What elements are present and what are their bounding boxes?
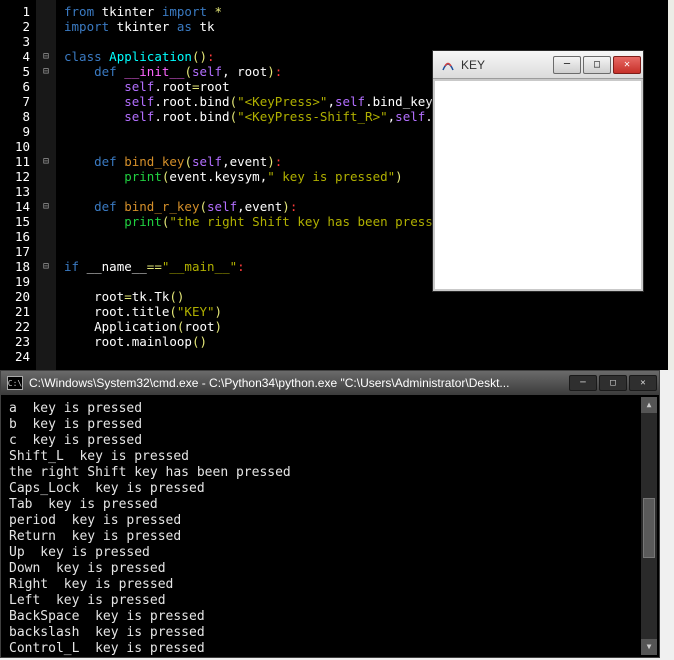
fold-marker[interactable] [36, 334, 56, 349]
fold-marker[interactable] [36, 214, 56, 229]
line-number: 22 [0, 319, 30, 334]
line-number: 4 [0, 49, 30, 64]
fold-marker[interactable]: ⊟ [36, 49, 56, 64]
fold-marker[interactable] [36, 304, 56, 319]
code-line[interactable]: from tkinter import * [64, 4, 516, 19]
line-number: 19 [0, 274, 30, 289]
code-line[interactable] [64, 34, 516, 49]
minimize-button[interactable]: ─ [569, 375, 597, 391]
line-number: 21 [0, 304, 30, 319]
line-number: 18 [0, 259, 30, 274]
line-number-gutter: 123456789101112131415161718192021222324 [0, 0, 36, 370]
line-number: 1 [0, 4, 30, 19]
tkinter-icon [441, 58, 455, 72]
code-line[interactable]: root.mainloop() [64, 334, 516, 349]
line-number: 2 [0, 19, 30, 34]
right-margin-strip [668, 0, 674, 370]
fold-marker[interactable] [36, 124, 56, 139]
terminal-line: Right key is pressed [9, 577, 651, 593]
fold-marker[interactable] [36, 229, 56, 244]
fold-marker[interactable] [36, 139, 56, 154]
cmd-icon: C:\ [7, 376, 23, 390]
terminal-line: backslash key is pressed [9, 625, 651, 641]
maximize-button[interactable]: □ [599, 375, 627, 391]
line-number: 20 [0, 289, 30, 304]
line-number: 3 [0, 34, 30, 49]
terminal-window[interactable]: C:\ C:\Windows\System32\cmd.exe - C:\Pyt… [0, 370, 660, 658]
terminal-line: Up key is pressed [9, 545, 651, 561]
terminal-line: Shift_L key is pressed [9, 449, 651, 465]
terminal-line: Control_L key is pressed [9, 641, 651, 657]
line-number: 24 [0, 349, 30, 364]
line-number: 12 [0, 169, 30, 184]
line-number: 6 [0, 79, 30, 94]
fold-marker[interactable] [36, 109, 56, 124]
terminal-line: b key is pressed [9, 417, 651, 433]
popup-titlebar[interactable]: KEY ─ □ ✕ [433, 51, 643, 79]
fold-marker[interactable]: ⊟ [36, 259, 56, 274]
fold-marker[interactable]: ⊟ [36, 154, 56, 169]
scrollbar-down-button[interactable]: ▼ [641, 639, 657, 655]
code-line[interactable]: root.title("KEY") [64, 304, 516, 319]
fold-column[interactable]: ⊟⊟⊟⊟⊟ [36, 0, 56, 370]
terminal-line: Return key is pressed [9, 529, 651, 545]
fold-marker[interactable]: ⊟ [36, 199, 56, 214]
terminal-line: a key is pressed [9, 401, 651, 417]
code-line[interactable] [64, 349, 516, 364]
close-button[interactable]: ✕ [613, 56, 641, 74]
close-button[interactable]: ✕ [629, 375, 657, 391]
fold-marker[interactable] [36, 4, 56, 19]
line-number: 14 [0, 199, 30, 214]
fold-marker[interactable] [36, 184, 56, 199]
code-line[interactable]: Application(root) [64, 319, 516, 334]
fold-marker[interactable] [36, 319, 56, 334]
line-number: 7 [0, 94, 30, 109]
line-number: 10 [0, 139, 30, 154]
terminal-titlebar[interactable]: C:\ C:\Windows\System32\cmd.exe - C:\Pyt… [1, 371, 659, 395]
line-number: 17 [0, 244, 30, 259]
fold-marker[interactable] [36, 19, 56, 34]
fold-marker[interactable] [36, 274, 56, 289]
scrollbar-thumb[interactable] [643, 498, 655, 558]
fold-marker[interactable] [36, 349, 56, 364]
line-number: 9 [0, 124, 30, 139]
code-line[interactable]: import tkinter as tk [64, 19, 516, 34]
popup-title: KEY [461, 58, 551, 72]
line-number: 16 [0, 229, 30, 244]
terminal-line: Left key is pressed [9, 593, 651, 609]
popup-client-area[interactable] [433, 79, 643, 291]
line-number: 5 [0, 64, 30, 79]
terminal-line: Caps_Lock key is pressed [9, 481, 651, 497]
terminal-body[interactable]: a key is pressedb key is pressedc key is… [1, 395, 659, 657]
maximize-button[interactable]: □ [583, 56, 611, 74]
fold-marker[interactable] [36, 34, 56, 49]
line-number: 15 [0, 214, 30, 229]
fold-marker[interactable] [36, 244, 56, 259]
line-number: 11 [0, 154, 30, 169]
terminal-line: Down key is pressed [9, 561, 651, 577]
terminal-line: period key is pressed [9, 513, 651, 529]
tkinter-window[interactable]: KEY ─ □ ✕ [432, 50, 644, 292]
terminal-line: c key is pressed [9, 433, 651, 449]
line-number: 23 [0, 334, 30, 349]
scrollbar-up-button[interactable]: ▲ [641, 397, 657, 413]
fold-marker[interactable] [36, 169, 56, 184]
line-number: 13 [0, 184, 30, 199]
fold-marker[interactable] [36, 289, 56, 304]
line-number: 8 [0, 109, 30, 124]
terminal-line: the right Shift key has been pressed [9, 465, 651, 481]
fold-marker[interactable]: ⊟ [36, 64, 56, 79]
terminal-scrollbar[interactable]: ▲ ▼ [641, 397, 657, 655]
terminal-line: BackSpace key is pressed [9, 609, 651, 625]
scrollbar-track[interactable] [641, 413, 657, 639]
terminal-line: Tab key is pressed [9, 497, 651, 513]
terminal-title: C:\Windows\System32\cmd.exe - C:\Python3… [29, 376, 567, 390]
fold-marker[interactable] [36, 79, 56, 94]
minimize-button[interactable]: ─ [553, 56, 581, 74]
fold-marker[interactable] [36, 94, 56, 109]
